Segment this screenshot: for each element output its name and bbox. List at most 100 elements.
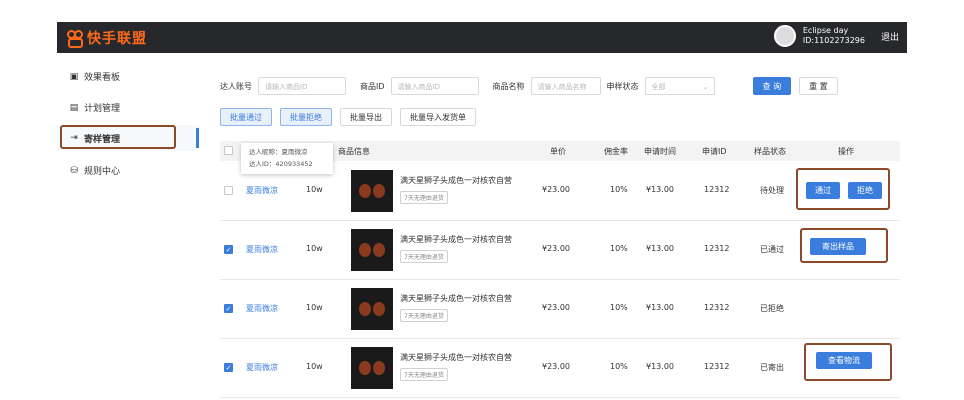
talent-link[interactable]: 夏雨微凉 xyxy=(246,303,278,314)
apply-id: 12312 xyxy=(704,362,730,371)
sidebar-item-dashboard[interactable]: ▣ 效果看板 xyxy=(57,61,199,92)
batch-reject-button[interactable]: 批量拒绝 xyxy=(280,108,332,126)
sidebar-item-samples[interactable]: ⇥ 寄样管理 xyxy=(57,125,199,151)
product-thumbnail xyxy=(351,170,393,212)
apply-id: 12312 xyxy=(704,185,730,194)
return-tag: 7天无理由退货 xyxy=(400,191,448,204)
fans-count: 10w xyxy=(306,244,323,253)
header-price: 单价 xyxy=(550,147,566,156)
plan-icon: ▤ xyxy=(69,102,79,113)
status-select[interactable]: 全部 ⌄ xyxy=(644,77,715,95)
return-tag: 7天无理由退货 xyxy=(400,250,448,263)
view-logistics-button[interactable]: 查看物流 xyxy=(816,352,872,369)
approve-button[interactable]: 通过 xyxy=(806,182,840,199)
logo-text: 快手联盟 xyxy=(87,31,147,47)
apply-time: ¥13.00 xyxy=(646,362,674,371)
header-commission: 佣金率 xyxy=(604,147,628,156)
commission: 10% xyxy=(610,185,628,194)
sidebar-item-label: 效果看板 xyxy=(84,73,121,83)
apply-time: ¥13.00 xyxy=(646,303,674,312)
logo[interactable]: 快手联盟 xyxy=(67,28,147,48)
product-name: 满天星狮子头成色一对核农自营 xyxy=(400,353,512,362)
tooltip-nickname: 达人昵称：夏雨微凉 xyxy=(249,148,308,156)
talent-input[interactable]: 请输入商品ID xyxy=(258,77,346,95)
status-text: 已通过 xyxy=(760,245,784,254)
apply-id: 12312 xyxy=(704,303,730,312)
rules-icon: ⛁ xyxy=(70,165,78,176)
row-checkbox[interactable]: ✓ xyxy=(224,363,233,372)
apply-id: 12312 xyxy=(704,244,730,253)
commission: 10% xyxy=(610,362,628,371)
table-row: ✓ 夏雨微凉 10w 满天星狮子头成色一对核农自营 7天无理由退货 ¥23.00… xyxy=(220,339,900,398)
chevron-down-icon: ⌄ xyxy=(702,83,709,91)
product-name: 满天星狮子头成色一对核农自营 xyxy=(400,176,512,185)
table-row: ✓ 夏雨微凉 10w 满天星狮子头成色一对核农自营 7天无理由退货 ¥23.00… xyxy=(220,221,900,280)
batch-actions: 批量通过 批量拒绝 批量导出 批量导入发货单 xyxy=(220,108,476,126)
avatar[interactable] xyxy=(773,25,796,47)
header-status: 样品状态 xyxy=(754,147,786,156)
product-name-label: 商品名称 xyxy=(492,81,525,91)
return-tag: 7天无理由退货 xyxy=(400,368,448,381)
fans-count: 10w xyxy=(306,185,323,194)
username: Eclipse day xyxy=(802,26,849,35)
user-id: ID:1102273296 xyxy=(802,36,865,45)
user-info[interactable]: Eclipse day ID:1102273296 xyxy=(773,25,865,47)
batch-import-button[interactable]: 批量导入发货单 xyxy=(400,108,476,126)
top-bar: 快手联盟 Eclipse day ID:1102273296 退出 xyxy=(57,22,907,53)
talent-link[interactable]: 夏雨微凉 xyxy=(246,362,278,373)
logout-button[interactable]: 退出 xyxy=(881,30,899,43)
highlight-box xyxy=(60,125,176,149)
status-text: 已寄出 xyxy=(760,363,784,372)
reject-button[interactable]: 拒绝 xyxy=(848,182,882,199)
talent-link[interactable]: 夏雨微凉 xyxy=(246,244,278,255)
header-apply-time: 申请时间 xyxy=(644,147,676,156)
ship-sample-button[interactable]: 寄出样品 xyxy=(810,238,866,255)
sidebar-item-plans[interactable]: ▤ 计划管理 xyxy=(57,92,199,123)
kuaishou-logo-icon xyxy=(67,30,83,48)
commission: 10% xyxy=(610,244,628,253)
sidebar-item-rules[interactable]: ⛁ 规则中心 xyxy=(57,155,199,186)
price: ¥23.00 xyxy=(542,185,570,194)
product-name: 满天星狮子头成色一对核农自营 xyxy=(400,235,512,244)
price: ¥23.00 xyxy=(542,244,570,253)
commission: 10% xyxy=(610,303,628,312)
product-name-input[interactable]: 请输入商品名称 xyxy=(530,77,601,95)
reset-button[interactable]: 重 置 xyxy=(799,77,838,95)
sidebar: ▣ 效果看板 ▤ 计划管理 ⇥ 寄样管理 ⛁ 规则中心 xyxy=(57,53,199,400)
product-id-label: 商品ID xyxy=(360,81,385,91)
row-checkbox[interactable] xyxy=(224,186,233,195)
header-apply-id: 申请ID xyxy=(702,147,727,156)
price: ¥23.00 xyxy=(542,362,570,371)
filter-bar: 达人账号 请输入商品ID 商品ID 请输入商品ID 商品名称 请输入商品名称 申… xyxy=(220,76,838,96)
header-product-info: 商品信息 xyxy=(338,147,370,156)
product-thumbnail xyxy=(351,229,393,271)
dashboard-icon: ▣ xyxy=(69,71,79,82)
status-select-value: 全部 xyxy=(651,83,666,91)
sidebar-item-label: 计划管理 xyxy=(84,104,121,114)
header-operation: 操作 xyxy=(838,147,854,156)
status-label: 申样状态 xyxy=(606,81,639,91)
price: ¥23.00 xyxy=(542,303,570,312)
fans-count: 10w xyxy=(306,303,323,312)
apply-time: ¥13.00 xyxy=(646,185,674,194)
fans-count: 10w xyxy=(306,362,323,371)
talent-link[interactable]: 夏雨微凉 xyxy=(246,185,278,196)
main-panel: 达人账号 请输入商品ID 商品ID 请输入商品ID 商品名称 请输入商品名称 申… xyxy=(206,60,900,400)
query-button[interactable]: 查 询 xyxy=(752,77,792,95)
talent-label: 达人账号 xyxy=(220,81,252,91)
product-name: 满天星狮子头成色一对核农自营 xyxy=(400,294,512,303)
select-all-checkbox[interactable] xyxy=(224,146,233,155)
talent-tooltip: 达人昵称：夏雨微凉 达人ID：420933452 xyxy=(241,143,333,174)
tooltip-id: 达人ID：420933452 xyxy=(249,160,313,168)
apply-time: ¥13.00 xyxy=(646,244,674,253)
row-checkbox[interactable]: ✓ xyxy=(224,245,233,254)
product-thumbnail xyxy=(351,347,393,389)
product-id-input[interactable]: 请输入商品ID xyxy=(390,77,479,95)
batch-export-button[interactable]: 批量导出 xyxy=(340,108,392,126)
row-checkbox[interactable]: ✓ xyxy=(224,304,233,313)
table-row: ✓ 夏雨微凉 10w 满天星狮子头成色一对核农自营 7天无理由退货 ¥23.00… xyxy=(220,280,900,339)
status-text: 待处理 xyxy=(760,186,784,195)
sidebar-item-label: 规则中心 xyxy=(84,167,121,177)
return-tag: 7天无理由退货 xyxy=(400,309,448,322)
batch-pass-button[interactable]: 批量通过 xyxy=(220,108,272,126)
